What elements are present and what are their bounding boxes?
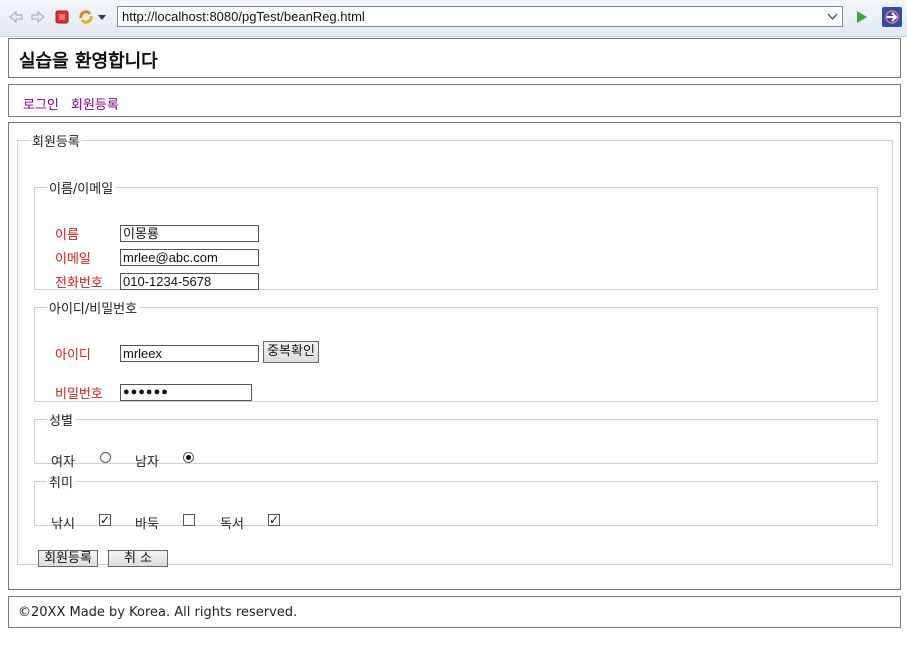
footer-text: ©20XX Made by Korea. All rights reserved… xyxy=(18,605,298,620)
name-email-legend: 이름/이메일 xyxy=(49,182,114,197)
male-label: 남자 xyxy=(135,455,159,470)
reading-checkbox[interactable]: ✓ xyxy=(268,514,280,526)
stop-icon[interactable] xyxy=(54,9,70,25)
register-legend: 회원등록 xyxy=(32,135,80,150)
content-panel: 회원등록 이름/이메일 이름 이몽룡 이메일 mrlee@abc.com 전화번… xyxy=(8,122,901,590)
url-input[interactable]: http://localhost:8080/pgTest/beanReg.htm… xyxy=(117,6,843,27)
account-fieldset: 아이디/비밀번호 아이디 mrleex 중복확인 비밀번호 ●●●●●● xyxy=(34,298,878,402)
url-dropdown-icon[interactable] xyxy=(827,7,838,33)
female-label: 여자 xyxy=(51,455,75,470)
password-label: 비밀번호 xyxy=(55,387,103,402)
page-title: 실습을 환영합니다 xyxy=(19,51,158,72)
refresh-dropdown-icon[interactable] xyxy=(97,9,107,25)
name-label: 이름 xyxy=(55,228,79,243)
fishing-label: 낚시 xyxy=(51,517,75,532)
gender-fieldset: 성별 여자 남자 xyxy=(34,410,878,470)
browser-toolbar: http://localhost:8080/pgTest/beanReg.htm… xyxy=(0,0,907,37)
nav-login-link[interactable]: 로그인 xyxy=(23,94,59,113)
back-arrow-icon[interactable] xyxy=(8,9,24,25)
fishing-checkbox[interactable]: ✓ xyxy=(99,514,111,526)
register-fieldset: 회원등록 이름/이메일 이름 이몽룡 이메일 mrlee@abc.com 전화번… xyxy=(17,131,893,567)
gender-legend: 성별 xyxy=(49,414,73,429)
reading-label: 독서 xyxy=(220,517,244,532)
id-label: 아이디 xyxy=(55,348,91,363)
name-email-fieldset: 이름/이메일 이름 이몽룡 이메일 mrlee@abc.com 전화번호 010… xyxy=(34,178,878,291)
account-legend: 아이디/비밀번호 xyxy=(49,302,138,317)
dup-check-button[interactable]: 중복확인 xyxy=(263,341,319,363)
male-radio[interactable] xyxy=(183,452,194,463)
submit-button[interactable]: 회원등록 xyxy=(38,550,98,567)
nav-register-link[interactable]: 회원등록 xyxy=(71,94,119,113)
nav-panel: 로그인 회원등록 xyxy=(8,84,901,117)
baduk-label: 바둑 xyxy=(135,517,159,532)
cancel-button[interactable]: 취 소 xyxy=(108,550,168,567)
email-label: 이메일 xyxy=(55,252,91,267)
baduk-checkbox[interactable] xyxy=(183,514,195,526)
password-input[interactable]: ●●●●●● xyxy=(120,384,252,401)
header-panel: 실습을 환영합니다 xyxy=(8,38,901,78)
id-input[interactable]: mrleex xyxy=(120,345,259,362)
name-input[interactable]: 이몽룡 xyxy=(120,225,259,242)
hobby-fieldset: 취미 낚시 ✓ 바둑 독서 ✓ xyxy=(34,472,878,532)
forward-arrow-icon[interactable] xyxy=(30,9,46,25)
female-radio[interactable] xyxy=(100,452,111,463)
phone-label: 전화번호 xyxy=(55,276,103,291)
hobby-legend: 취미 xyxy=(49,476,73,491)
refresh-icon[interactable] xyxy=(78,9,94,25)
url-text: http://localhost:8080/pgTest/beanReg.htm… xyxy=(122,9,365,24)
browser-logo-icon[interactable] xyxy=(882,7,902,27)
email-input[interactable]: mrlee@abc.com xyxy=(120,249,259,266)
phone-input[interactable]: 010-1234-5678 xyxy=(120,273,259,290)
go-icon[interactable] xyxy=(853,9,869,25)
footer-panel: ©20XX Made by Korea. All rights reserved… xyxy=(8,596,901,628)
